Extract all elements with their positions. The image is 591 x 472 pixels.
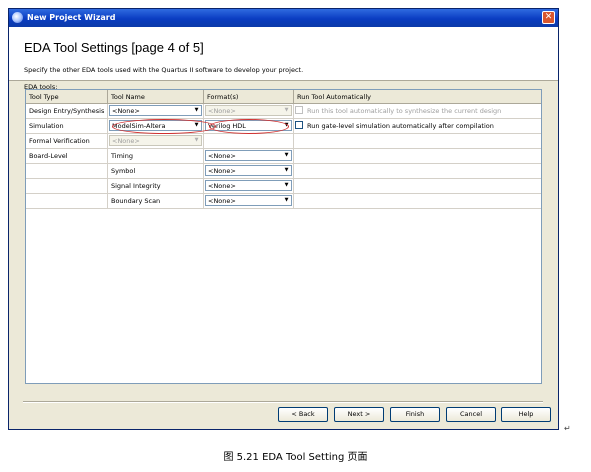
title-bar[interactable]: New Project Wizard ✕ bbox=[9, 9, 558, 27]
run-tool-cell: Run this tool automatically to synthesiz… bbox=[294, 104, 541, 118]
format-cell: <None> ▼ bbox=[204, 149, 294, 163]
run-tool-cell bbox=[294, 149, 541, 163]
format-cell: <None> ▼ bbox=[204, 104, 294, 118]
column-header-tool-type: Tool Type bbox=[26, 90, 108, 104]
dropdown-value: <None> bbox=[208, 152, 236, 160]
help-button[interactable]: Help bbox=[501, 407, 551, 422]
annotation-oval-format bbox=[209, 119, 289, 134]
column-header-tool-name: Tool Name bbox=[108, 90, 204, 104]
dropdown-arrow-icon[interactable]: ▼ bbox=[282, 181, 291, 190]
annotation-oval-tool bbox=[112, 119, 216, 134]
next-button[interactable]: Next > bbox=[334, 407, 384, 422]
app-icon bbox=[12, 12, 23, 23]
dropdown-value: <None> bbox=[208, 167, 236, 175]
dropdown-value: <None> bbox=[112, 137, 140, 145]
button-separator bbox=[23, 401, 543, 403]
dropdown-arrow-icon[interactable]: ▼ bbox=[282, 166, 291, 175]
tool-name-cell: <None> ▼ bbox=[108, 134, 204, 148]
new-project-wizard-window: New Project Wizard ✕ EDA Tool Settings [… bbox=[8, 8, 559, 430]
run-synthesis-checkbox bbox=[295, 106, 303, 114]
dropdown-value: <None> bbox=[208, 182, 236, 190]
cancel-button[interactable]: Cancel bbox=[446, 407, 496, 422]
tool-type-cell bbox=[26, 194, 108, 208]
run-synthesis-label: Run this tool automatically to synthesiz… bbox=[307, 107, 502, 115]
page-title: EDA Tool Settings [page 4 of 5] bbox=[24, 40, 204, 55]
table-row: Formal Verification <None> ▼ bbox=[26, 134, 541, 149]
format-cell: <None> ▼ bbox=[204, 179, 294, 193]
table-row: Symbol <None> ▼ bbox=[26, 164, 541, 179]
format-cell bbox=[204, 134, 294, 148]
tool-type-cell bbox=[26, 179, 108, 193]
dropdown-arrow-icon[interactable]: ▼ bbox=[282, 151, 291, 160]
run-tool-cell bbox=[294, 194, 541, 208]
run-tool-cell bbox=[294, 134, 541, 148]
table-row: Boundary Scan <None> ▼ bbox=[26, 194, 541, 209]
tool-name-cell: <None> ▼ bbox=[108, 104, 204, 118]
tool-name-cell: Boundary Scan bbox=[108, 194, 204, 208]
tool-name-dropdown[interactable]: <None> ▼ bbox=[109, 105, 202, 116]
window-title: New Project Wizard bbox=[27, 13, 116, 22]
format-dropdown: <None> ▼ bbox=[205, 105, 292, 116]
dropdown-arrow-icon[interactable]: ▼ bbox=[192, 106, 201, 115]
format-dropdown[interactable]: <None> ▼ bbox=[205, 195, 292, 206]
dropdown-arrow-icon: ▼ bbox=[284, 107, 289, 113]
table-row: Signal Integrity <None> ▼ bbox=[26, 179, 541, 194]
run-gate-level-label[interactable]: Run gate-level simulation automatically … bbox=[307, 122, 494, 130]
tool-name-dropdown: <None> ▼ bbox=[109, 135, 202, 146]
dropdown-arrow-icon[interactable]: ▼ bbox=[282, 196, 291, 205]
tool-type-cell: Simulation bbox=[26, 119, 108, 133]
format-dropdown[interactable]: <None> ▼ bbox=[205, 165, 292, 176]
dropdown-value: <None> bbox=[112, 107, 140, 115]
tool-type-cell bbox=[26, 164, 108, 178]
dropdown-value: <None> bbox=[208, 107, 236, 115]
eda-tools-table: Tool Type Tool Name Format(s) Run Tool A… bbox=[25, 89, 542, 384]
dropdown-value: <None> bbox=[208, 197, 236, 205]
close-icon[interactable]: ✕ bbox=[542, 11, 555, 24]
page-subtitle: Specify the other EDA tools used with th… bbox=[24, 66, 304, 74]
format-cell: <None> ▼ bbox=[204, 164, 294, 178]
column-header-formats: Format(s) bbox=[204, 90, 294, 104]
run-gate-level-checkbox[interactable] bbox=[295, 121, 303, 129]
wizard-header: EDA Tool Settings [page 4 of 5] Specify … bbox=[9, 27, 558, 81]
format-dropdown[interactable]: <None> ▼ bbox=[205, 150, 292, 161]
figure-caption: 图 5.21 EDA Tool Setting 页面 bbox=[223, 452, 368, 463]
tool-type-cell: Board-Level bbox=[26, 149, 108, 163]
dropdown-arrow-icon: ▼ bbox=[194, 137, 199, 143]
format-cell: <None> ▼ bbox=[204, 194, 294, 208]
tool-type-cell: Design Entry/Synthesis bbox=[26, 104, 108, 118]
tool-type-cell: Formal Verification bbox=[26, 134, 108, 148]
table-row: Design Entry/Synthesis <None> ▼ <None> ▼… bbox=[26, 104, 541, 119]
back-button[interactable]: < Back bbox=[278, 407, 328, 422]
column-header-run-tool: Run Tool Automatically bbox=[294, 90, 541, 104]
format-dropdown[interactable]: <None> ▼ bbox=[205, 180, 292, 191]
finish-button[interactable]: Finish bbox=[390, 407, 440, 422]
tool-name-cell: Timing bbox=[108, 149, 204, 163]
run-tool-cell bbox=[294, 164, 541, 178]
table-row: Board-Level Timing <None> ▼ bbox=[26, 149, 541, 164]
run-tool-cell: Run gate-level simulation automatically … bbox=[294, 119, 541, 133]
tool-name-cell: Signal Integrity bbox=[108, 179, 204, 193]
run-tool-cell bbox=[294, 179, 541, 193]
return-mark-icon: ↵ bbox=[564, 424, 571, 433]
tool-name-cell: Symbol bbox=[108, 164, 204, 178]
